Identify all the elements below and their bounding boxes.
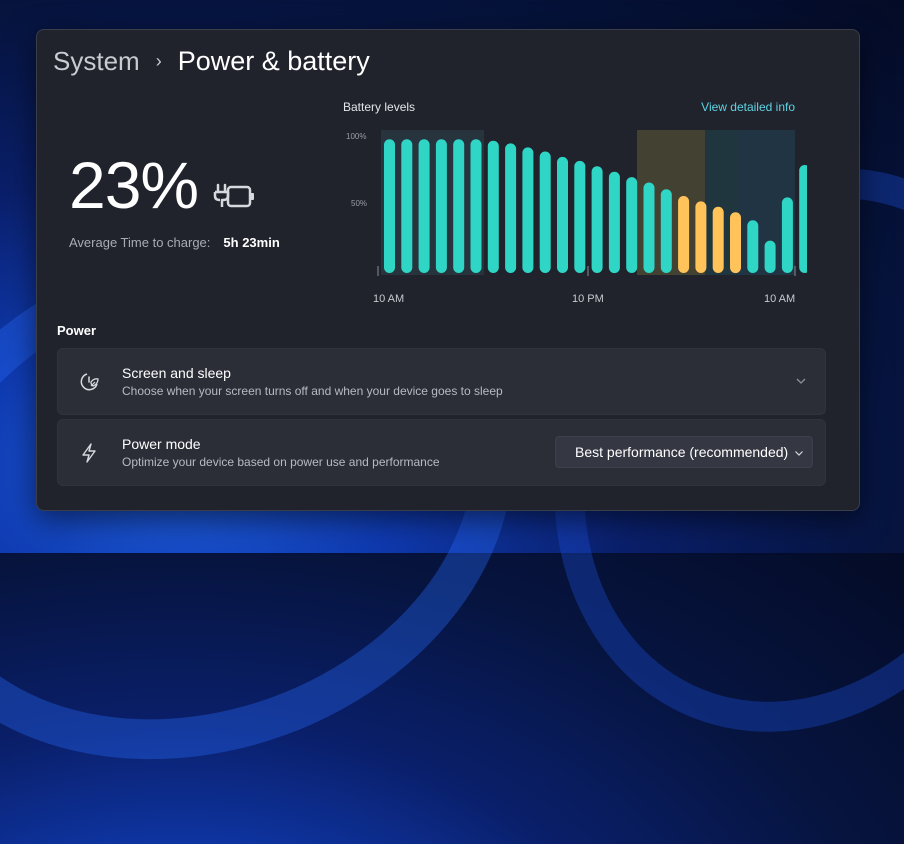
battery-level-bar: [539, 151, 551, 273]
page-title: Power & battery: [177, 45, 370, 76]
battery-level-bar: [712, 206, 724, 273]
screen-sleep-title: Screen and sleep: [122, 365, 231, 381]
x-tick-label: 10 AM: [764, 293, 795, 305]
battery-level-bar: [470, 139, 482, 273]
power-mode-card: Power mode Optimize your device based on…: [57, 419, 826, 486]
battery-level-bar: [626, 177, 638, 273]
battery-level-bar: [608, 171, 620, 274]
x-tick-label: 10 AM: [373, 293, 404, 305]
chevron-down-icon: [795, 451, 803, 456]
battery-level-bar: [522, 147, 534, 273]
battery-percentage: 23%: [69, 148, 199, 222]
x-tick-label: 10 PM: [572, 293, 604, 305]
battery-level-bar: [730, 212, 741, 274]
chart-title: Battery levels: [343, 100, 416, 114]
battery-levels-chart: 100% 50% 10 AM 10 PM 10 AM: [346, 130, 807, 305]
battery-level-bar: [660, 189, 672, 273]
chart-highlight-charging: [381, 130, 484, 275]
battery-level-bar: [487, 140, 499, 273]
chevron-down-icon[interactable]: [795, 375, 807, 387]
battery-level-bar: [678, 196, 690, 273]
breadcrumb-separator: ›: [155, 50, 162, 71]
battery-level-bar: [557, 156, 568, 273]
battery-level-bar: [505, 143, 517, 273]
battery-level-bar: [764, 240, 776, 273]
power-mode-title: Power mode: [122, 436, 201, 452]
power-mode-dropdown[interactable]: Best performance (recommended): [555, 436, 813, 468]
battery-level-bar: [435, 139, 447, 273]
screen-sleep-icon: [80, 373, 99, 391]
battery-level-bar: [695, 201, 707, 273]
battery-level-bar: [747, 220, 759, 273]
battery-level-bar: [401, 139, 413, 273]
settings-window: System › Power & battery 23% Average Tim…: [36, 29, 860, 511]
charge-time-value: 5h 23min: [223, 235, 280, 250]
breadcrumb: System › Power & battery: [53, 44, 370, 78]
battery-level-bar: [781, 197, 793, 273]
charge-time-row: Average Time to charge: 5h 23min: [69, 235, 280, 250]
power-section-label: Power: [57, 323, 97, 338]
battery-level-bar: [591, 166, 603, 273]
breadcrumb-parent[interactable]: System: [53, 46, 140, 77]
battery-level-bar: [799, 165, 807, 273]
power-mode-description: Optimize your device based on power use …: [122, 455, 440, 469]
screen-and-sleep-card[interactable]: Screen and sleep Choose when your screen…: [57, 348, 826, 415]
battery-level-bar: [384, 139, 395, 273]
view-detailed-info-link[interactable]: View detailed info: [701, 100, 795, 114]
power-mode-selected-value: Best performance (recommended): [575, 444, 789, 460]
y-tick-label: 50%: [351, 199, 367, 208]
battery-level-bar: [574, 160, 586, 273]
y-tick-label: 100%: [346, 132, 366, 141]
battery-level-bar: [643, 182, 655, 273]
charge-time-label: Average Time to charge:: [69, 235, 211, 250]
battery-charging-icon: [213, 183, 254, 208]
screen-sleep-description: Choose when your screen turns off and wh…: [122, 384, 503, 398]
lightning-icon: [82, 443, 96, 463]
battery-level-bar: [453, 139, 465, 273]
battery-level-bar: [418, 139, 430, 273]
